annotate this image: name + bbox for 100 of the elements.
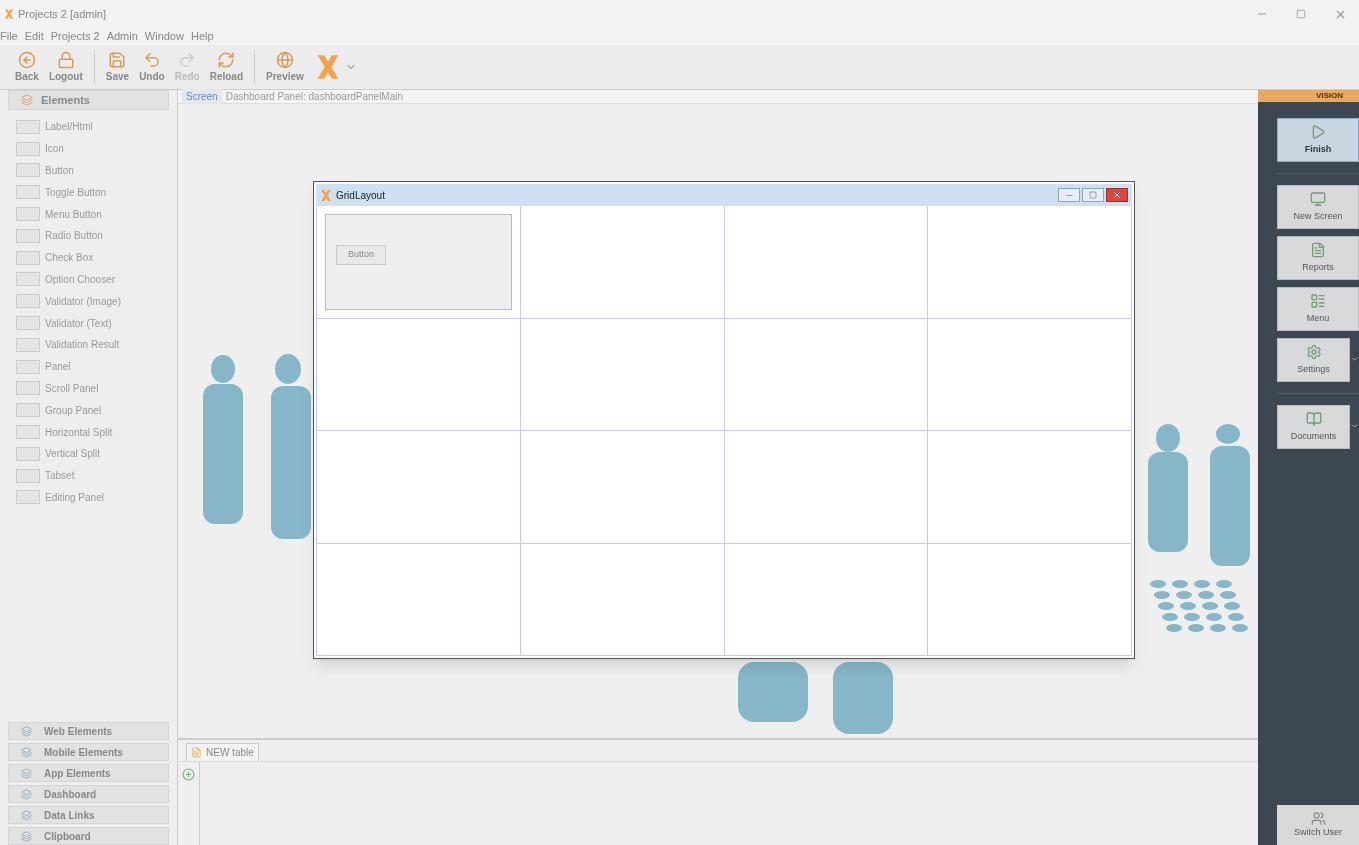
window-title: Projects 2 [admin] [18, 6, 107, 22]
side-button[interactable]: New Screen [1277, 185, 1359, 229]
close-icon [1112, 190, 1122, 200]
breadcrumb-item: Dashboard Panel: dashboardPanelMain [225, 90, 404, 104]
element-item[interactable]: Toggle Button [45, 184, 107, 200]
table-tab[interactable]: NEW table [186, 743, 259, 761]
element-item[interactable]: Editing Panel [45, 489, 104, 505]
section-icon [21, 809, 32, 821]
accordion-item[interactable]: Data Links [8, 806, 169, 824]
widget-icon [16, 468, 40, 483]
accordion-item[interactable]: Mobile Elements [8, 743, 169, 761]
element-item[interactable]: Label/Html [45, 119, 93, 135]
element-item[interactable]: Validator (Image) [45, 293, 121, 309]
element-item[interactable]: Validator (Text) [45, 315, 112, 331]
panel-title: Elements [41, 92, 90, 108]
maximize-icon[interactable] [1296, 9, 1306, 19]
side-button[interactable]: Menu [1277, 287, 1359, 331]
side-button-icon [1310, 190, 1326, 207]
toolbar-button[interactable]: Preview [263, 50, 307, 84]
menu-item[interactable]: Window [144, 28, 184, 45]
element-item[interactable]: Horizontal Split [45, 424, 113, 440]
section-icon [21, 830, 32, 842]
section-icon [21, 725, 32, 737]
element-item[interactable]: Validation Result [45, 337, 120, 353]
menu-item[interactable]: Edit [24, 28, 44, 45]
dialog-logo-icon [320, 188, 332, 202]
close-button[interactable] [1106, 188, 1128, 202]
undo-icon [142, 50, 161, 69]
accordion-label: Dashboard [44, 787, 97, 802]
menu-item[interactable]: Help [190, 28, 214, 45]
toolbar-button[interactable]: Undo [136, 50, 168, 84]
side-button[interactable]: Reports [1277, 236, 1359, 280]
accordion-item[interactable]: Web Elements [8, 722, 169, 740]
maximize-icon [1089, 191, 1097, 199]
element-item[interactable]: Scroll Panel [45, 380, 99, 396]
users-icon [1310, 810, 1326, 826]
accordion-label: Clipboard [44, 829, 91, 844]
element-item[interactable]: Check Box [45, 250, 94, 266]
widget-icon [16, 316, 40, 331]
element-item[interactable]: Menu Button [45, 206, 102, 222]
side-button-icon [1305, 410, 1322, 427]
element-item[interactable]: Icon [45, 141, 64, 157]
side-button[interactable]: Documents [1277, 405, 1351, 449]
panel-header[interactable]: Elements [8, 90, 169, 110]
menu-item[interactable]: Projects 2 [50, 28, 100, 45]
menu-item[interactable]: Admin [106, 28, 138, 45]
accordion-label: Web Elements [44, 724, 113, 739]
widget-icon [16, 490, 40, 505]
side-button-icon [1310, 292, 1326, 309]
element-item[interactable]: Tabset [45, 468, 75, 484]
reload-icon [217, 50, 236, 69]
save-icon [108, 50, 127, 69]
accordion-label: App Elements [44, 766, 111, 781]
side-button-icon [1310, 123, 1326, 140]
element-item[interactable]: Panel [45, 359, 71, 375]
breadcrumb-link[interactable]: Screen [182, 89, 222, 104]
section-icon [21, 746, 32, 758]
button[interactable]: Button [336, 245, 387, 265]
switch-user-button[interactable]: Switch User [1277, 805, 1359, 845]
element-item[interactable]: Option Chooser [45, 271, 116, 287]
accordion-item[interactable]: Dashboard [8, 785, 169, 803]
element-item[interactable]: Radio Button [45, 228, 103, 244]
accordion-item[interactable]: Clipboard [8, 827, 169, 845]
widget-icon [16, 359, 40, 374]
brand-label: VISION [1315, 90, 1343, 102]
widget-icon [16, 446, 40, 461]
side-button[interactable]: Settings [1277, 338, 1351, 382]
widget-icon [16, 207, 40, 222]
accordion-label: Mobile Elements [44, 745, 123, 760]
accordion-label: Data Links [44, 808, 95, 823]
widget-icon [16, 425, 40, 440]
preview-icon [275, 50, 294, 69]
caret-icon[interactable] [1350, 354, 1359, 364]
toolbar-button[interactable]: Back [12, 50, 42, 84]
menu-item[interactable]: File [0, 28, 18, 45]
side-button[interactable]: Finish [1277, 118, 1359, 162]
element-item[interactable]: Group Panel [45, 402, 102, 418]
logout-icon [56, 50, 75, 69]
minimize-button[interactable] [1058, 188, 1080, 202]
add-icon[interactable] [182, 768, 195, 781]
widget-icon [16, 381, 40, 396]
dialog-title: GridLayout [336, 188, 385, 203]
caret-icon[interactable] [1350, 421, 1359, 431]
toolbar-button[interactable]: Save [102, 50, 133, 84]
toolbar-button[interactable]: Reload [206, 50, 247, 84]
side-button-icon [1310, 241, 1326, 258]
element-item[interactable]: Vertical Split [45, 446, 101, 462]
widget-icon [16, 250, 40, 265]
section-icon [21, 788, 32, 800]
widget-icon [16, 272, 40, 287]
widget-icon [16, 119, 40, 134]
side-button-icon [1305, 343, 1322, 360]
back-icon [17, 50, 36, 69]
table-icon [191, 747, 202, 758]
element-item[interactable]: Button [45, 163, 74, 178]
widget-icon [16, 294, 40, 309]
toolbar-button[interactable]: Logout [45, 50, 86, 84]
accordion-item[interactable]: App Elements [8, 764, 169, 782]
widget-icon [16, 403, 40, 418]
app-logo-icon [4, 7, 14, 21]
